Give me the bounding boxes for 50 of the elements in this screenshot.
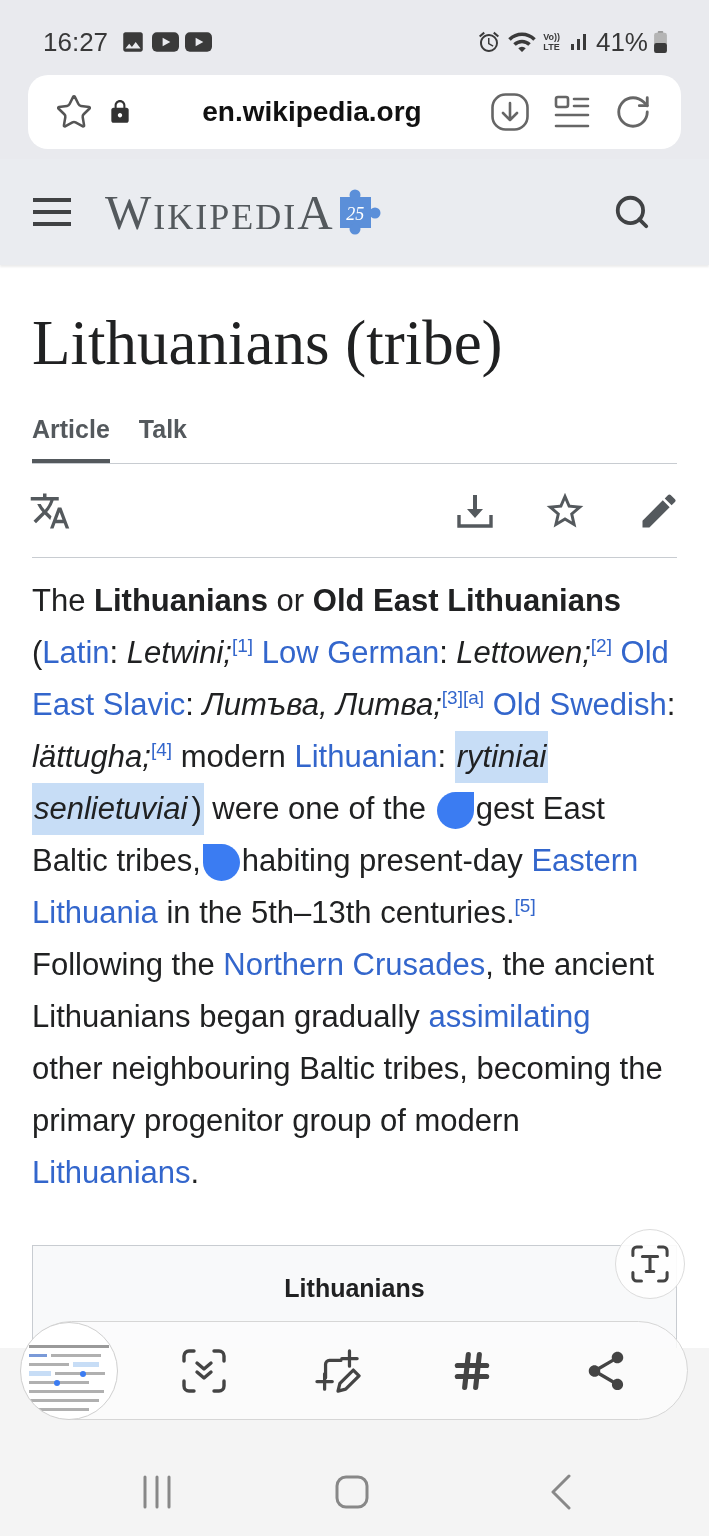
back-icon[interactable] (550, 1474, 572, 1510)
address-bar[interactable]: en.wikipedia.org (28, 75, 681, 149)
link[interactable]: Northern Crusades (223, 947, 486, 982)
url-text[interactable]: en.wikipedia.org (133, 98, 491, 126)
video-notification-icon (185, 31, 213, 52)
link[interactable]: Lithuanian (294, 739, 438, 774)
puzzle-badge: 25 (334, 189, 381, 235)
article-paragraph: The Lithuanians or Old East Lithuanians (Latin: Letwini;$^{[1]}$ Low German: Lettowen;$^{[2]}$ Old East Slavic: Литъва, Литва;$^{[3]}$$^{[a]}$ Old Swedish: lättugha;$^{[4]}$ modern Lithuanian: rytiniai senlietuviai) were one of the gest East Baltic tribes, habiting present-day Eastern Lithuania in the 5th–13th centuries.$^{[5]}$ Following the Northern Crusades, the ancient Lithuanians began gradually assimilating other neighbouring Baltic tribes, becoming the primary progenitor group of modern Lithuanians. (32, 582, 677, 1192)
selected-text: ) (189, 783, 204, 835)
search-icon[interactable] (613, 193, 651, 231)
tab[interactable]: Article (32, 401, 110, 463)
citation-link[interactable]: [a] (462, 686, 485, 708)
link[interactable]: Eastern (531, 843, 639, 878)
link[interactable]: assimilating (428, 999, 591, 1034)
citation-link[interactable]: [2] (590, 634, 612, 656)
link[interactable]: East Slavic (32, 687, 186, 722)
link[interactable]: Old Swedish (492, 687, 667, 722)
selected-text: rytiniai (454, 731, 549, 783)
citation-link[interactable]: [5] (514, 894, 536, 916)
wikipedia-wordmark[interactable]: WIKIPEDIA (105, 187, 335, 237)
link[interactable]: Lithuanians (32, 1155, 191, 1190)
tab[interactable]: Talk (138, 401, 187, 463)
selection-handle-icon[interactable] (202, 844, 240, 882)
citation-link[interactable]: [1] (231, 634, 254, 656)
selected-text: senlietuviai (32, 783, 190, 835)
link[interactable]: Old (620, 635, 669, 670)
download-icon[interactable] (457, 493, 493, 528)
citation-link[interactable]: [4] (150, 738, 173, 760)
infobox-title: Lithuanians (284, 1273, 425, 1303)
link[interactable]: Low German (261, 635, 440, 670)
battery-icon (654, 30, 667, 53)
crop-edit-icon[interactable] (315, 1348, 361, 1393)
selection-handle-icon[interactable] (436, 792, 474, 830)
download-icon[interactable] (491, 93, 529, 131)
alarm-icon (477, 29, 502, 54)
reader-mode-icon[interactable] (554, 95, 590, 129)
status-time: 16:27 (43, 28, 109, 55)
voice-over-lte-label: Vo)) (543, 31, 560, 42)
citation-link[interactable]: [3] (441, 686, 463, 708)
video-notification-icon (152, 31, 180, 52)
link[interactable]: Lithuania (32, 895, 158, 930)
page-title: Lithuanians (tribe) (32, 307, 504, 380)
battery-percent: 41% (595, 28, 648, 55)
network-type-label: LTE (543, 41, 560, 52)
link[interactable]: Latin (42, 635, 110, 670)
reload-icon[interactable] (614, 93, 652, 131)
menu-icon[interactable] (33, 197, 71, 227)
bookmark-star-icon[interactable] (55, 93, 93, 131)
home-icon[interactable] (335, 1475, 369, 1509)
scan-extract-icon[interactable] (182, 1348, 226, 1393)
